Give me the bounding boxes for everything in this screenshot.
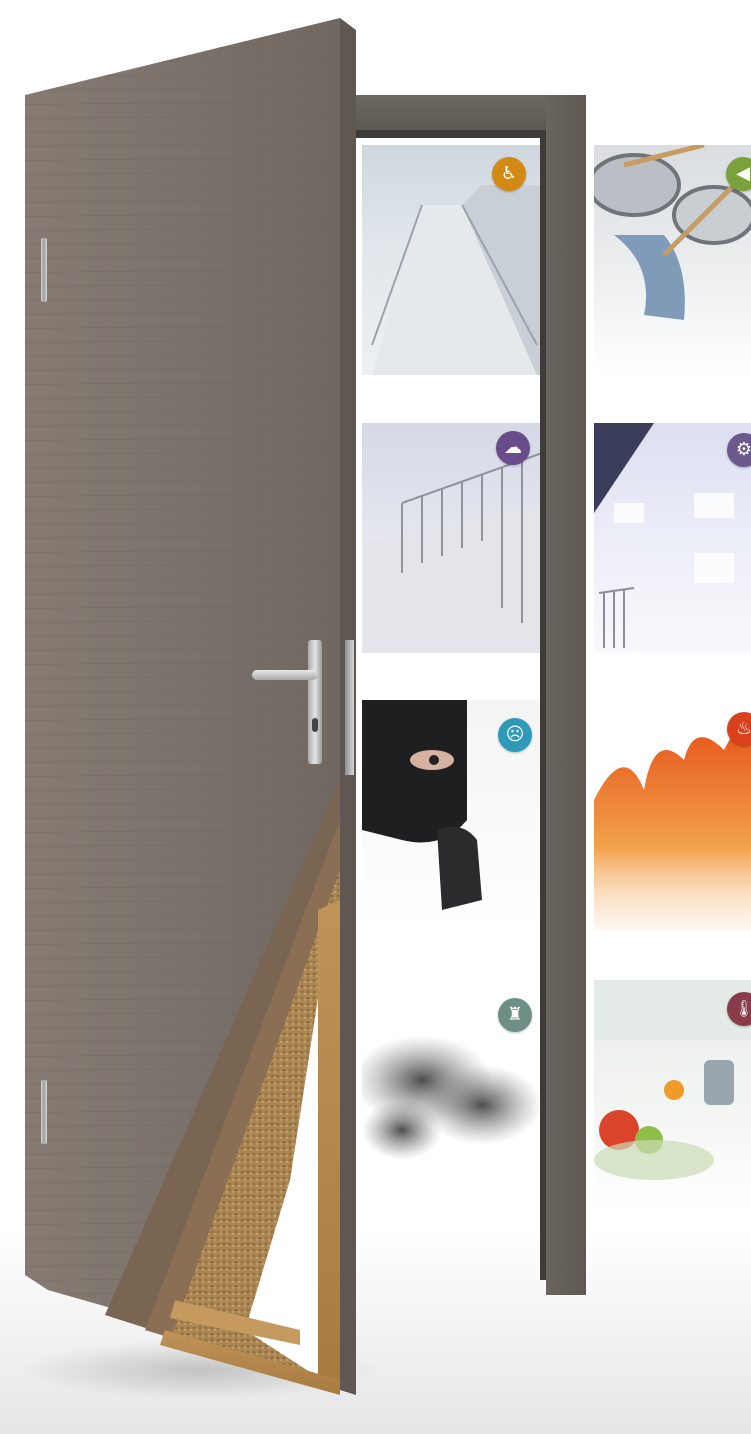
door-handle-lever (252, 670, 318, 680)
hinge-bottom (41, 1080, 47, 1144)
door-scene: ♿ ☁ ☹ ♜ ◀ ⚙ ♨ 🌡 (0, 0, 751, 1434)
door-leaf (25, 18, 356, 1395)
keyhole (312, 718, 318, 732)
door-handle-plate (308, 640, 322, 764)
hinge-top (41, 238, 47, 302)
lock-faceplate (345, 640, 354, 775)
